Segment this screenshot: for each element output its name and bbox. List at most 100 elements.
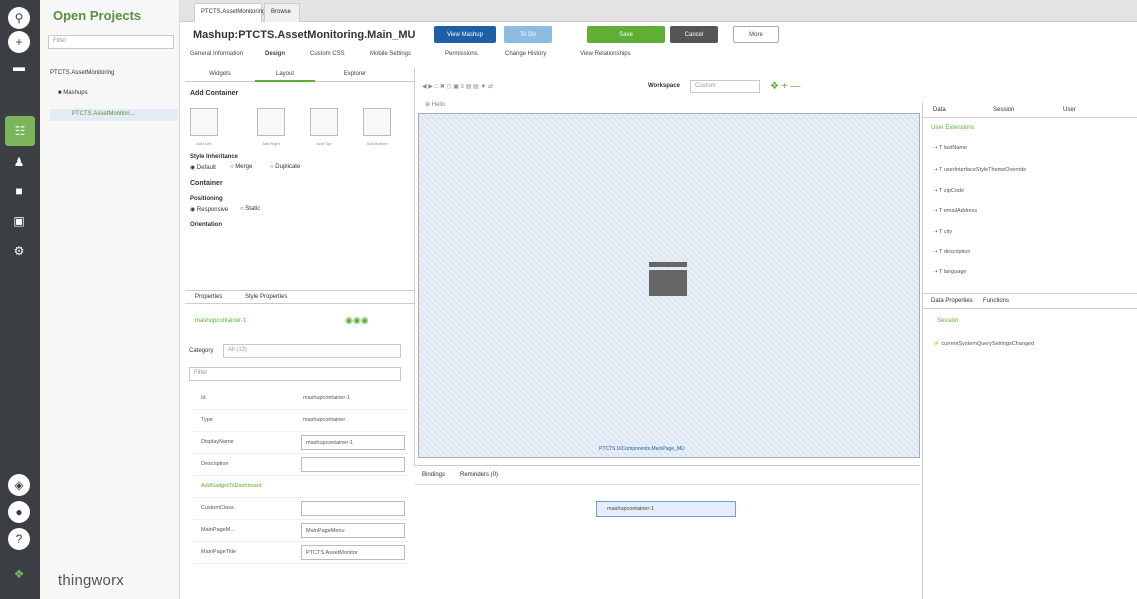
property-row: Id mashupcontainer-1 [193, 388, 408, 410]
positioning-static[interactable]: ○ Static [240, 206, 260, 212]
mashup-container-icon [649, 262, 687, 298]
displayname-input[interactable]: mashupcontainer-1 [301, 435, 405, 450]
orientation-label: Orientation [190, 222, 223, 228]
users-icon[interactable]: ♟ [8, 151, 30, 173]
style-option-merge[interactable]: ○ Merge [230, 164, 252, 170]
todo-button[interactable]: To Do [504, 26, 552, 43]
style-option-default[interactable]: ◉ Default [190, 164, 216, 171]
tab-user[interactable]: User [1063, 107, 1076, 113]
tab-change-history[interactable]: Change History [505, 51, 546, 57]
mainpagemenu-input[interactable]: MainPageMenu [301, 523, 405, 538]
globe-icon[interactable]: ◈ [8, 474, 30, 496]
tab-reminders[interactable]: Reminders (0) [460, 472, 498, 478]
monitor-icon[interactable]: ▣ [8, 210, 30, 232]
user-field-row[interactable]: ➝ T userInterfaceStyleThemeOverride [933, 167, 1026, 173]
tab-browse[interactable]: Browse [264, 3, 300, 22]
style-inheritance-label: Style Inheritance [190, 154, 239, 160]
mainpagetitle-input[interactable]: PTCTS.AssetMonitor [301, 545, 405, 560]
tab-general-information[interactable]: General Information [190, 51, 243, 57]
sitemap-icon[interactable]: ☷ [5, 116, 35, 146]
tab-mashup[interactable]: PTCTS.AssetMonitoring... [194, 3, 270, 22]
tab-explorer[interactable]: Explorer [325, 68, 385, 82]
category-select[interactable]: All (13) [223, 344, 401, 358]
tile-label: Add Top [316, 141, 332, 146]
zoom-icons[interactable]: ❖ + — [770, 81, 800, 92]
event-row[interactable]: ⚡ currentSystemQuerySettingsChanged [933, 341, 1034, 347]
add-left-tile[interactable] [190, 108, 218, 136]
mashup-canvas[interactable]: PTCTS.UIComponents.MainPage_MU [418, 113, 920, 458]
property-row: CustomClass [193, 498, 408, 520]
view-mashup-button[interactable]: View Mashup [434, 26, 496, 43]
tab-functions[interactable]: Functions [983, 298, 1009, 304]
container-heading: Container [190, 180, 223, 187]
user-icon[interactable]: ● [8, 501, 30, 523]
search-icon[interactable]: ⚲ [8, 7, 30, 29]
tab-data-properties[interactable]: Data Properties [931, 298, 973, 304]
add-gadget-checkbox[interactable]: AddGadgetToDashboard [201, 483, 262, 489]
canvas-toolbar: ◀ ▶ □ ✖ ◻ ▣ ≡ ▤ ▤ ▼ ⇄ Workspace Custom ❖… [418, 80, 918, 95]
projects-panel: Open Projects Filter PTCTS.AssetMonitori… [40, 0, 180, 599]
property-row: MainPageTitle PTCTS.AssetMonitor [193, 542, 408, 564]
tree-item-mashups[interactable]: ■ Mashups [58, 90, 88, 96]
tab-mobile-settings[interactable]: Mobile Settings [370, 51, 411, 57]
positioning-responsive[interactable]: ◉ Responsive [190, 206, 228, 213]
add-top-tile[interactable] [310, 108, 338, 136]
canvas-label: ⊕ Hello [425, 102, 446, 108]
tab-data[interactable]: Data [933, 107, 946, 113]
workspace-label: Workspace [648, 83, 680, 89]
tab-layout[interactable]: Layout [255, 68, 315, 82]
lightning-icon: ⚡ [933, 341, 940, 347]
add-icon[interactable]: + [8, 31, 30, 53]
positioning-label: Positioning [190, 196, 223, 202]
folder-icon[interactable]: ▬ [8, 56, 30, 78]
add-bottom-tile[interactable] [363, 108, 391, 136]
customclass-input[interactable] [301, 501, 405, 516]
canvas-footer: PTCTS.UIComponents.MainPage_MU [599, 446, 685, 452]
description-input[interactable] [301, 457, 405, 472]
tab-bindings[interactable]: Bindings [422, 472, 445, 478]
thingworx-logo-icon: ❖ [13, 567, 25, 581]
brand-name: thingworx [58, 572, 124, 589]
widget-action-icons[interactable]: ◉◉◉ [345, 315, 369, 326]
sub-tabs: General Information Design Custom CSS Mo… [185, 49, 1137, 65]
tab-design[interactable]: Design [265, 51, 285, 57]
tab-widgets[interactable]: Widgets [195, 68, 245, 82]
user-field-row[interactable]: ➝ T city [933, 229, 952, 235]
user-field-row[interactable]: ➝ T lastName [933, 145, 967, 151]
session-heading: Session [937, 318, 959, 324]
tab-properties[interactable]: Properties [195, 294, 222, 300]
tab-style-properties[interactable]: Style Properties [245, 294, 287, 300]
binding-node[interactable]: mashupcontainer-1 [596, 501, 736, 517]
workspace-select[interactable]: Custom [690, 80, 760, 93]
tab-session[interactable]: Session [993, 107, 1014, 113]
tab-view-relationships[interactable]: View Relationships [580, 51, 631, 57]
property-row: Type mashupcontainer [193, 410, 408, 432]
user-field-row[interactable]: ➝ T emailAddress [933, 208, 977, 214]
widget-panel: Widgets Layout Explorer Add Container Ad… [185, 68, 415, 599]
add-right-tile[interactable] [257, 108, 285, 136]
panel-title: Open Projects [53, 8, 142, 23]
style-option-duplicate[interactable]: ○ Duplicate [270, 164, 300, 170]
tile-label: Add Bottom [366, 141, 388, 146]
user-field-row[interactable]: ➝ T language [933, 269, 966, 275]
cancel-button[interactable]: Cancel [670, 26, 718, 43]
tree-item-project[interactable]: PTCTS.AssetMonitoring [50, 70, 114, 76]
selected-widget-name: mashupcontainer-1 [195, 318, 247, 324]
tab-permissions[interactable]: Permissions [445, 51, 478, 57]
more-button[interactable]: More [733, 26, 779, 43]
toolbar-icons[interactable]: ◀ ▶ □ ✖ ◻ ▣ ≡ ▤ ▤ ▼ ⇄ [422, 83, 493, 90]
tree-item-mashup-selected[interactable]: PTCTS.AssetMonitori... [50, 109, 178, 121]
tab-custom-css[interactable]: Custom CSS [310, 51, 345, 57]
property-row: MainPageM... MainPageMenu [193, 520, 408, 542]
user-field-row[interactable]: ➝ T zipCode [933, 188, 964, 194]
property-filter-input[interactable]: Filter [189, 367, 401, 381]
lock-icon[interactable]: ■ [8, 180, 30, 202]
gear-icon[interactable]: ⚙ [8, 240, 30, 262]
mashup-title: Mashup:PTCTS.AssetMonitoring.Main_MU [193, 29, 416, 41]
project-filter-input[interactable]: Filter [48, 35, 174, 49]
save-button[interactable]: Save [587, 26, 665, 43]
bindings-panel: Bindings Reminders (0) mashupcontainer-1 [414, 465, 920, 599]
help-icon[interactable]: ? [8, 528, 30, 550]
user-extensions-heading: User Extensions [931, 125, 975, 131]
user-field-row[interactable]: ➝ T description [933, 249, 970, 255]
